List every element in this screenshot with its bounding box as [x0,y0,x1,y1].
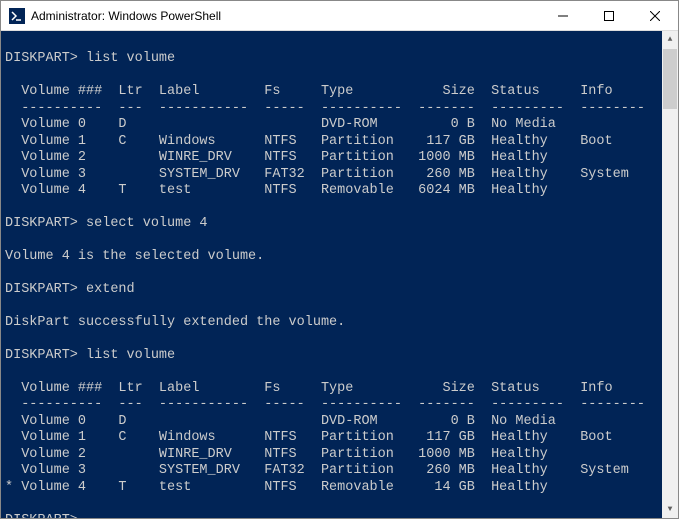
terminal-line [5,68,678,84]
terminal-line: Volume 3 SYSTEM_DRV FAT32 Partition 260 … [5,463,678,479]
terminal-line [5,200,678,216]
scrollbar-thumb[interactable] [663,49,677,109]
terminal-line: DISKPART> list volume [5,51,678,67]
scrollbar[interactable]: ▲ ▼ [662,31,678,518]
terminal-line: Volume ### Ltr Label Fs Type Size Status… [5,381,678,397]
terminal-line: DISKPART> list volume [5,348,678,364]
minimize-button[interactable] [540,1,586,31]
window-title: Administrator: Windows PowerShell [31,9,540,23]
terminal-line: Volume 0 D DVD-ROM 0 B No Media [5,117,678,133]
maximize-button[interactable] [586,1,632,31]
terminal-line: DISKPART> select volume 4 [5,216,678,232]
terminal-prompt-line: DISKPART> [5,513,678,518]
terminal-area[interactable]: DISKPART> list volume Volume ### Ltr Lab… [1,31,678,518]
terminal-line: Volume 1 C Windows NTFS Partition 117 GB… [5,430,678,446]
terminal-line [5,233,678,249]
terminal-line: ---------- --- ----------- ----- -------… [5,397,678,413]
terminal-line [5,331,678,347]
terminal-line: DISKPART> extend [5,282,678,298]
powershell-icon [9,8,25,24]
scroll-down-icon[interactable]: ▼ [662,501,678,518]
terminal-line: Volume 4 is the selected volume. [5,249,678,265]
terminal-line: Volume 0 D DVD-ROM 0 B No Media [5,414,678,430]
terminal-line: Volume 2 WINRE_DRV NTFS Partition 1000 M… [5,447,678,463]
terminal-output: DISKPART> list volume Volume ### Ltr Lab… [5,35,678,518]
terminal-line [5,35,678,51]
terminal-line: Volume ### Ltr Label Fs Type Size Status… [5,84,678,100]
terminal-line [5,266,678,282]
window-controls [540,1,678,30]
titlebar[interactable]: Administrator: Windows PowerShell [1,1,678,31]
terminal-line: Volume 2 WINRE_DRV NTFS Partition 1000 M… [5,150,678,166]
terminal-line: Volume 1 C Windows NTFS Partition 117 GB… [5,134,678,150]
terminal-line [5,299,678,315]
close-button[interactable] [632,1,678,31]
terminal-line: * Volume 4 T test NTFS Removable 14 GB H… [5,480,678,496]
terminal-line: ---------- --- ----------- ----- -------… [5,101,678,117]
terminal-line: DiskPart successfully extended the volum… [5,315,678,331]
scroll-up-icon[interactable]: ▲ [662,31,678,48]
terminal-line [5,496,678,512]
terminal-line: Volume 4 T test NTFS Removable 6024 MB H… [5,183,678,199]
terminal-line [5,364,678,380]
terminal-line: Volume 3 SYSTEM_DRV FAT32 Partition 260 … [5,167,678,183]
